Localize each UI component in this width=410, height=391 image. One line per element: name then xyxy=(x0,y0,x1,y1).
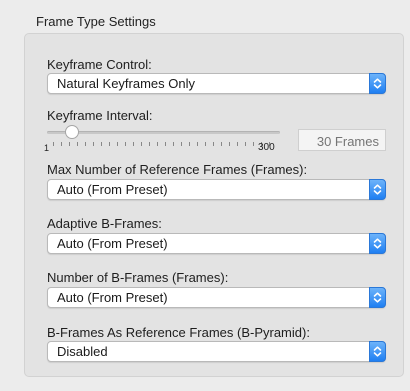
number-of-b-frames-label: Number of B-Frames (Frames): xyxy=(47,270,229,285)
updown-chevron-icon xyxy=(373,238,382,249)
updown-chevron-icon xyxy=(373,184,382,195)
popup-arrows-button[interactable] xyxy=(369,287,386,308)
b-pyramid-popup[interactable]: Disabled xyxy=(47,341,386,362)
keyframe-control-label: Keyframe Control: xyxy=(47,57,152,72)
b-pyramid-value: Disabled xyxy=(57,344,108,359)
updown-chevron-icon xyxy=(373,292,382,303)
number-of-b-frames-value: Auto (From Preset) xyxy=(57,290,168,305)
popup-arrows-button[interactable] xyxy=(369,179,386,200)
keyframe-interval-field[interactable] xyxy=(298,129,386,151)
popup-arrows-button[interactable] xyxy=(369,233,386,254)
popup-arrows-button[interactable] xyxy=(369,73,386,94)
keyframe-control-value: Natural Keyframes Only xyxy=(57,76,195,91)
adaptive-b-frames-label: Adaptive B-Frames: xyxy=(47,216,162,231)
slider-tick-marks xyxy=(53,142,275,146)
slider-knob-icon[interactable] xyxy=(64,124,80,140)
max-reference-frames-popup[interactable]: Auto (From Preset) xyxy=(47,179,386,200)
frame-type-settings-title: Frame Type Settings xyxy=(36,14,156,29)
adaptive-b-frames-value: Auto (From Preset) xyxy=(57,236,168,251)
adaptive-b-frames-popup[interactable]: Auto (From Preset) xyxy=(47,233,386,254)
slider-max-label: 300 xyxy=(258,142,275,153)
popup-arrows-button[interactable] xyxy=(369,341,386,362)
number-of-b-frames-popup[interactable]: Auto (From Preset) xyxy=(47,287,386,308)
updown-chevron-icon xyxy=(373,346,382,357)
max-reference-frames-value: Auto (From Preset) xyxy=(57,182,168,197)
max-reference-frames-label: Max Number of Reference Frames (Frames): xyxy=(47,162,308,177)
keyframe-interval-label: Keyframe Interval: xyxy=(47,108,153,123)
slider-min-label: 1 xyxy=(44,143,50,153)
updown-chevron-icon xyxy=(373,78,382,89)
b-pyramid-label: B-Frames As Reference Frames (B-Pyramid)… xyxy=(47,325,310,340)
keyframe-interval-slider-track[interactable] xyxy=(47,131,280,134)
keyframe-control-popup[interactable]: Natural Keyframes Only xyxy=(47,73,386,94)
